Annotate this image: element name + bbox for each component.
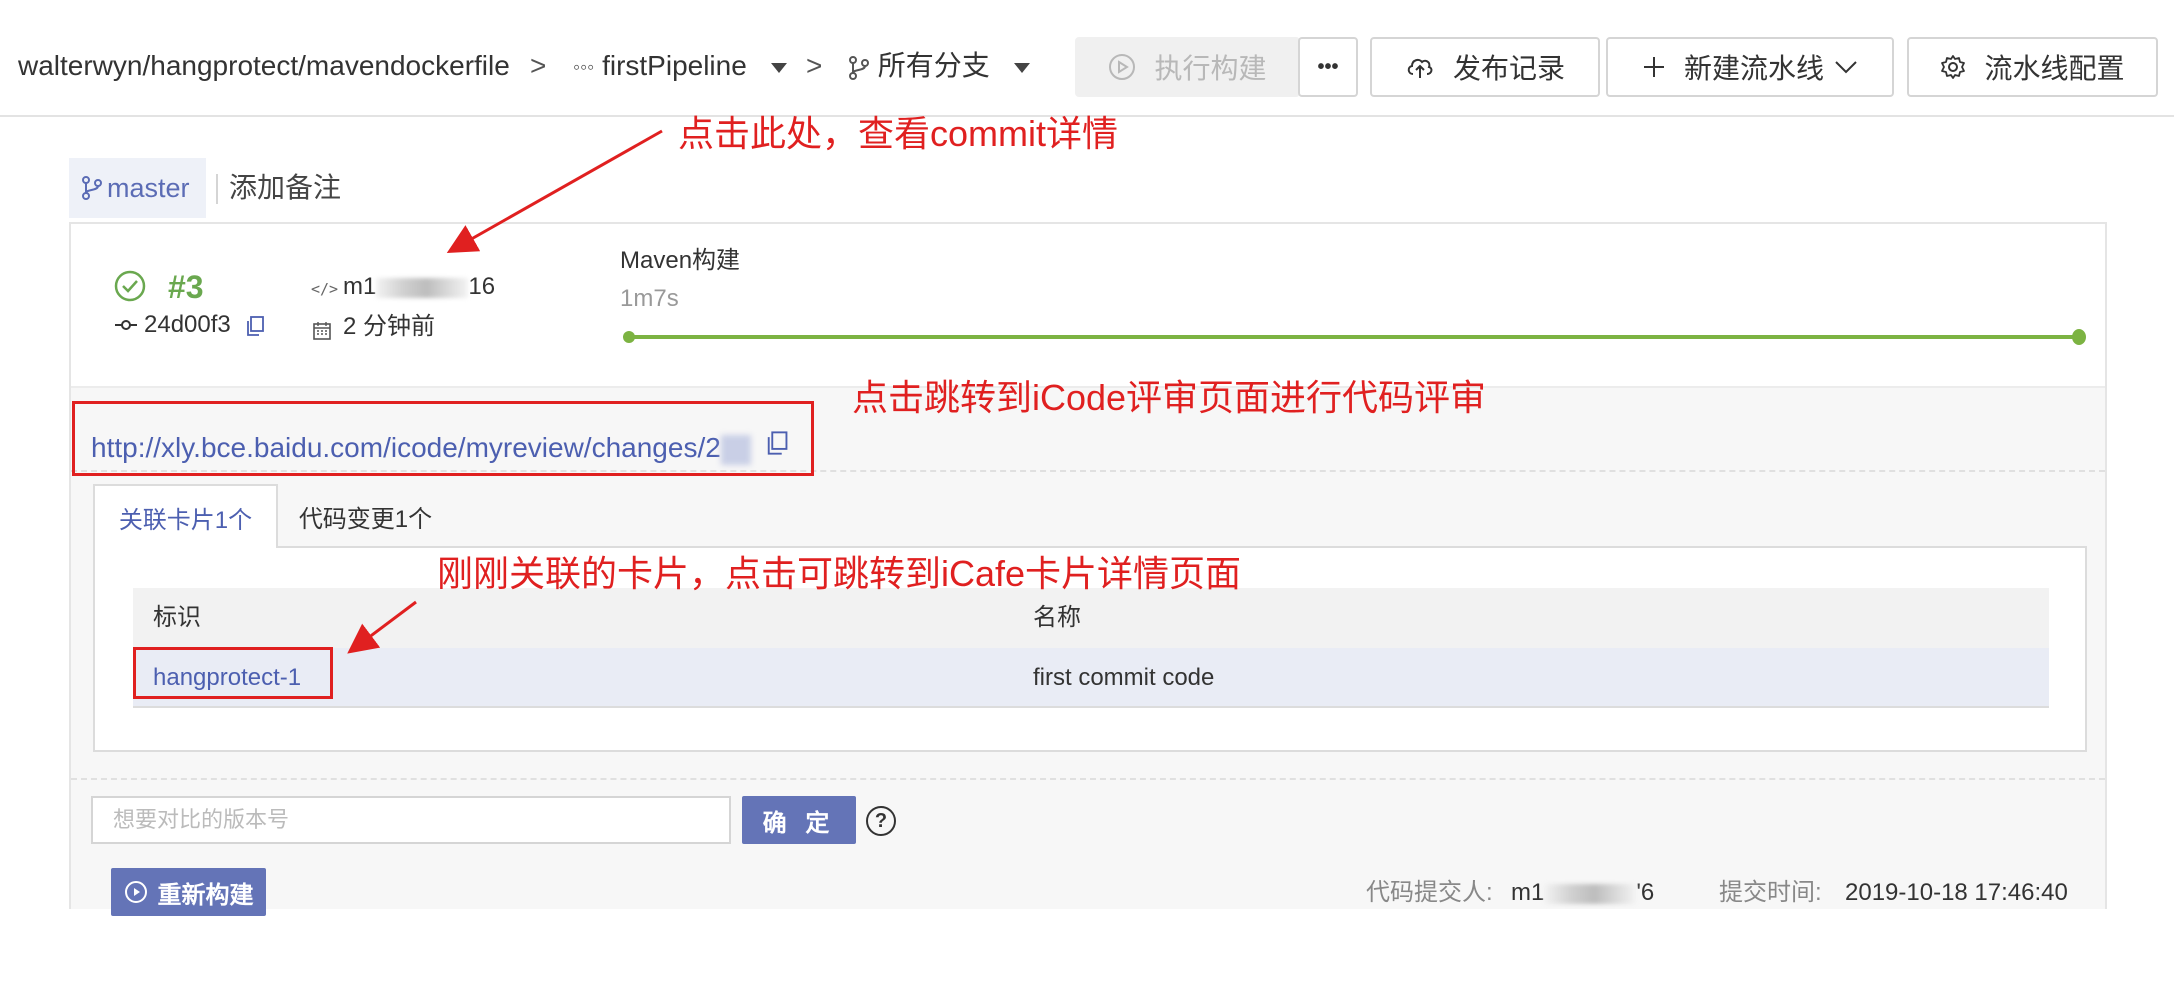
more-button[interactable]: ••• [1298,37,1358,97]
divider [216,174,218,204]
stage-duration: 1m7s [620,285,679,312]
committer-label: 代码提交人: [1366,879,1493,906]
confirm-button[interactable]: 确 定 [742,796,856,844]
column-header-id: 标识 [153,604,201,631]
divider [71,778,2105,780]
committer-value: m1'6 [1511,879,1655,906]
play-circle-icon [1108,53,1136,81]
compare-version-input[interactable] [91,796,731,844]
plus-icon [1642,55,1666,79]
breadcrumb-separator: > [806,50,823,81]
pipeline-name: firstPipeline [602,50,747,81]
calendar-icon [313,322,331,340]
branch-tag[interactable]: master [69,158,206,218]
help-icon[interactable]: ? [866,806,896,836]
tab-related-cards[interactable]: 关联卡片1个 [93,484,278,548]
run-build-button[interactable]: 执行构建 [1075,37,1300,97]
redacted-text [1544,883,1637,904]
rebuild-button[interactable]: 重新构建 [111,868,266,916]
gear-icon [1940,54,1966,80]
stage-start-dot [623,331,635,343]
stage-progress-bar [631,335,2077,339]
pipeline-icon: ◦◦◦ [573,56,595,79]
annotation-commit-hint: 点击此处，查看commit详情 [678,113,1118,154]
chevron-down-icon [1013,62,1030,73]
pipeline-config-button[interactable]: 流水线配置 [1907,37,2158,97]
commit-author[interactable]: m1 16 [343,272,495,302]
commit-time-label: 提交时间: [1719,879,1822,906]
breadcrumb-separator: > [530,50,547,81]
rebuild-icon [124,880,148,904]
redacted-text [376,277,469,298]
add-note-link[interactable]: 添加备注 [229,170,341,206]
build-time: 2 分钟前 [343,313,436,340]
table-row: hangprotect-1 first commit code [133,648,2049,708]
highlight-box-review-link [72,401,814,476]
top-bar: walterwyn/hangprotect/mavendockerfile > … [0,0,2174,117]
check-circle-icon [114,270,146,302]
card-name: first commit code [1033,664,1215,691]
cloud-upload-icon [1405,54,1435,80]
build-number[interactable]: #3 [168,268,204,306]
chevron-down-icon [770,62,787,73]
commit-icon [115,320,137,330]
stage-name[interactable]: Maven构建 [620,246,740,276]
branch-filter-label: 所有分支 [877,50,990,81]
annotation-card-hint: 刚刚关联的卡片，点击可跳转到iCafe卡片详情页面 [437,553,1242,594]
branch-name: master [107,172,190,203]
table-header: 标识 名称 [133,588,2049,648]
new-pipeline-button[interactable]: 新建流水线 [1606,37,1894,97]
breadcrumb-repo[interactable]: walterwyn/hangprotect/mavendockerfile [18,46,510,86]
annotation-review-hint: 点击跳转到iCode评审页面进行代码评审 [852,377,1487,418]
highlight-box-card-id [133,647,333,699]
commit-time-value: 2019-10-18 17:46:40 [1845,879,2068,906]
column-header-name: 名称 [1033,604,1081,631]
branch-filter-dropdown[interactable]: 所有分支 [848,46,1030,86]
stage-end-dot[interactable] [2072,329,2086,345]
copy-icon[interactable] [245,315,265,337]
branch-icon [849,55,869,80]
commit-hash[interactable]: 24d00f3 [144,310,265,340]
chevron-down-icon [1834,59,1858,75]
tab-code-changes[interactable]: 代码变更1个 [278,484,453,548]
code-icon: </> [311,280,339,298]
branch-icon [82,176,102,200]
breadcrumb-pipeline[interactable]: ◦◦◦ firstPipeline [573,46,787,88]
release-records-button[interactable]: 发布记录 [1370,37,1600,97]
